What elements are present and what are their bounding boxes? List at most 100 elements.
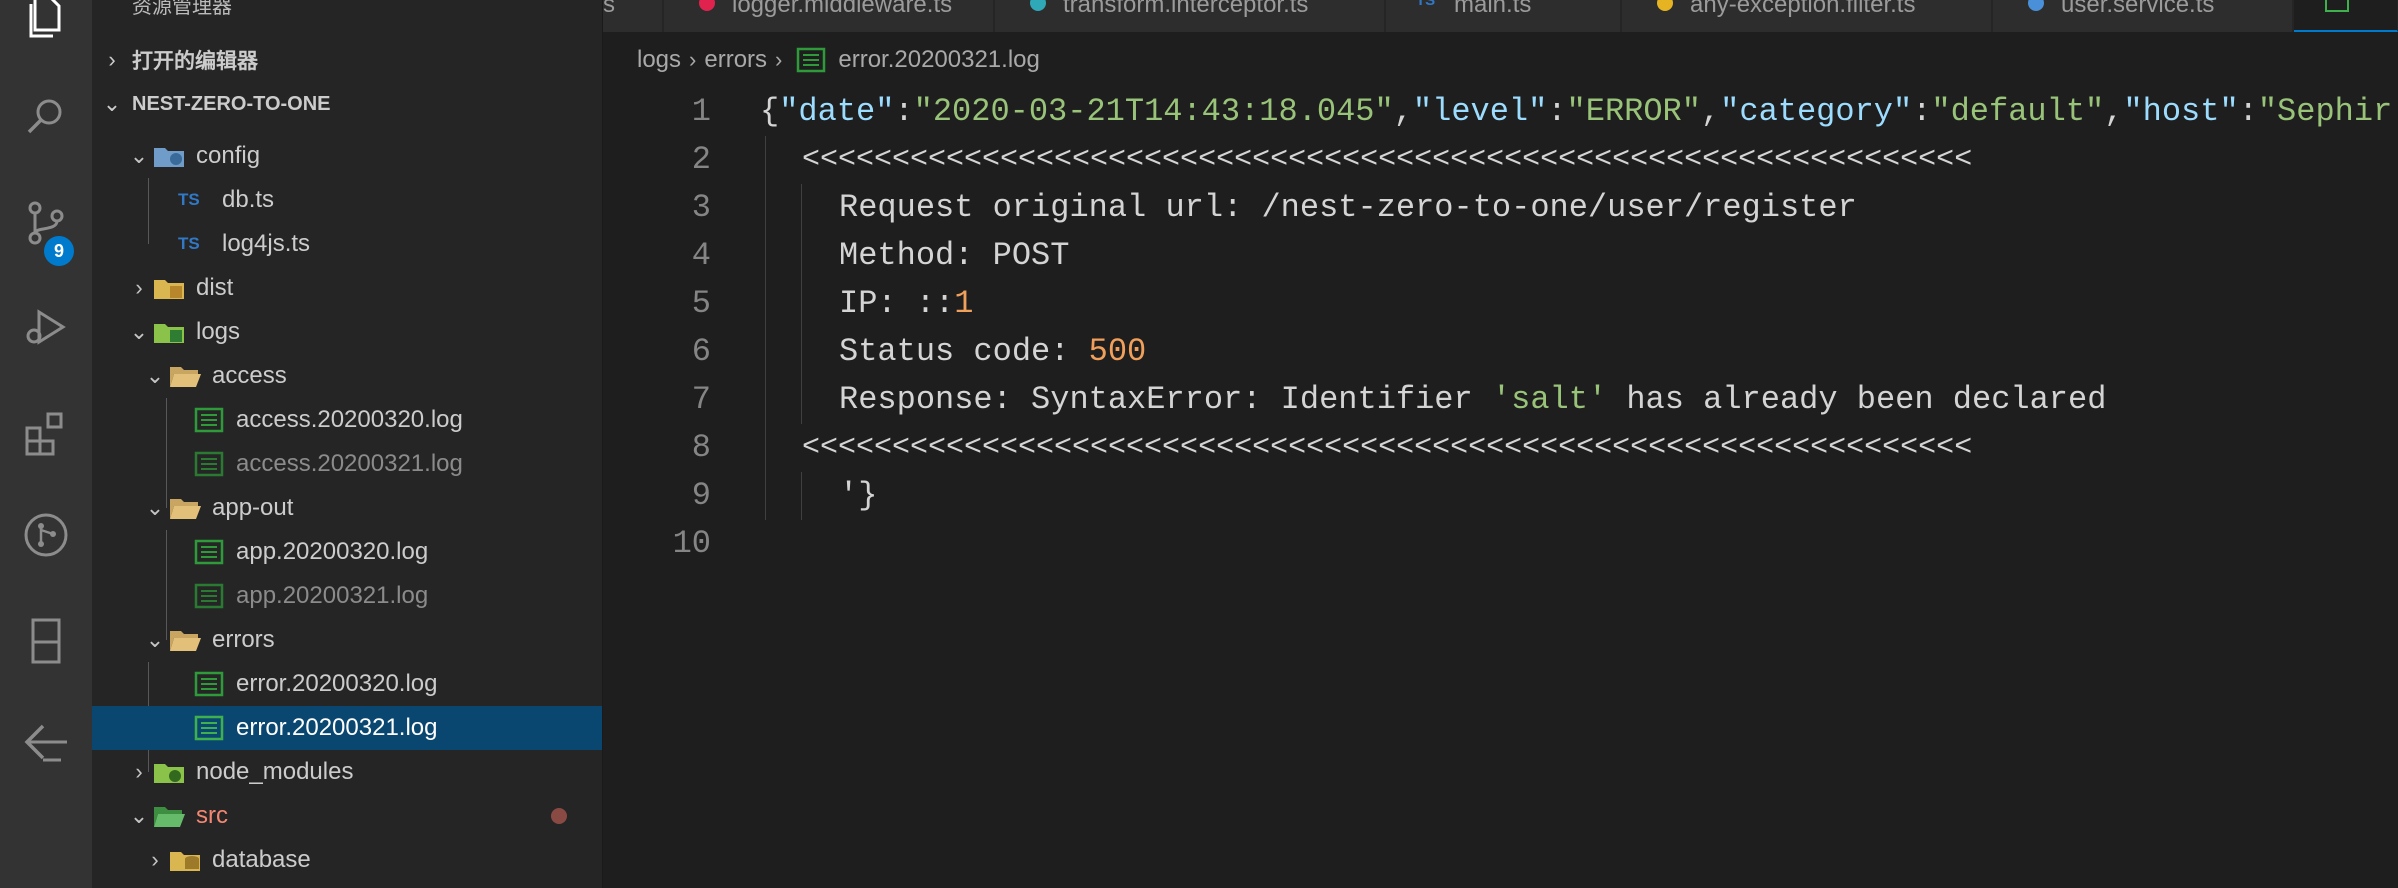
code-line-4: Method: POST [839, 237, 1070, 274]
chevron-right-icon: › [775, 47, 783, 72]
tree-folder-app-out[interactable]: ⌄ app-out [92, 486, 602, 530]
tree-item-label: logs [196, 318, 241, 345]
tab-user-service[interactable]: user.service.ts [1993, 0, 2293, 32]
chevron-right-icon: › [135, 759, 143, 784]
tree-item-label: app.20200320.log [236, 538, 429, 565]
service-icon [2028, 0, 2044, 11]
deploy-icon[interactable] [0, 700, 92, 790]
chevron-down-icon: ⌄ [129, 803, 149, 828]
filter-icon [1657, 0, 1673, 11]
tree-folder-database[interactable]: › database [92, 838, 602, 882]
source-control-icon[interactable]: 9 [0, 178, 92, 268]
chevron-right-icon: › [151, 847, 159, 872]
tree-item-label: error.20200320.log [236, 670, 438, 697]
typescript-icon: TS [178, 190, 200, 209]
activity-bar: 9 [0, 0, 92, 888]
log-file-icon [192, 714, 226, 742]
tree-file-app-20200320[interactable]: app.20200320.log [92, 530, 602, 574]
chevron-right-icon: › [108, 47, 116, 72]
open-editors-header[interactable]: › 打开的编辑器 [92, 40, 602, 80]
line-number: 10 [672, 525, 711, 562]
tab-transform-interceptor[interactable]: transform.interceptor.ts [995, 0, 1385, 32]
project-label: NEST-ZERO-TO-ONE [132, 92, 331, 115]
tab-label: logger.middleware.ts [732, 0, 953, 18]
line-number: 1 [691, 93, 711, 130]
typescript-icon: TS [178, 234, 200, 253]
tree-item-label: app.20200321.log [236, 582, 429, 609]
chevron-down-icon: ⌄ [145, 627, 165, 652]
code-line-5: IP: ::1 [839, 285, 974, 322]
code-line-8: <<<<<<<<<<<<<<<<<<<<<<<<<<<<<<<<<<<<<<<<… [802, 431, 1973, 465]
interceptor-icon [1030, 0, 1046, 11]
log-file-icon [192, 670, 226, 698]
line-number: 8 [691, 429, 711, 466]
tree-item-label: log4js.ts [222, 230, 311, 257]
tree-file-db-ts[interactable]: TS db.ts [92, 178, 602, 222]
modified-dot-icon [551, 808, 567, 824]
log-file-icon [192, 406, 226, 434]
indent-guide [765, 136, 766, 520]
breadcrumb-errors[interactable]: errors [704, 46, 767, 74]
tree-file-app-20200321[interactable]: app.20200321.log [92, 574, 602, 618]
chevron-down-icon: ⌄ [145, 363, 165, 388]
tree-file-access-20200321[interactable]: access.20200321.log [92, 442, 602, 486]
chevron-down-icon: ⌄ [145, 495, 165, 520]
tab-active-error-log[interactable] [2294, 0, 2398, 32]
tab-label: any-exception.filter.ts [1690, 0, 1916, 18]
tree-folder-node-modules[interactable]: › node_modules [92, 750, 602, 794]
folder-dist-icon [152, 274, 186, 302]
tree-folder-logs[interactable]: ⌄ logs [92, 310, 602, 354]
tab-label: user.service.ts [2061, 0, 2215, 18]
line-number: 2 [691, 141, 711, 178]
nest-icon [699, 0, 715, 11]
explorer-icon[interactable] [0, 0, 92, 62]
tree-file-access-20200320[interactable]: access.20200320.log [92, 398, 602, 442]
code-line-7: Response: SyntaxError: Identifier 'salt'… [839, 381, 2107, 418]
tree-folder-src[interactable]: ⌄ src [92, 794, 602, 838]
sidebar-title: 资源管理器 [132, 0, 232, 18]
tree-file-error-20200320[interactable]: error.20200320.log [92, 662, 602, 706]
tree-folder-config[interactable]: ⌄ config [92, 134, 602, 178]
tree-item-label: config [196, 142, 261, 169]
tab-logger-middleware[interactable]: logger.middleware.ts [664, 0, 994, 32]
folder-node-icon [152, 758, 186, 786]
tab-partial[interactable]: s [603, 0, 663, 32]
folder-logs-icon [152, 318, 186, 346]
line-number: 6 [691, 333, 711, 370]
tree-item-label: access.20200321.log [236, 450, 463, 477]
chevron-down-icon: ⌄ [129, 319, 149, 344]
tree-item-label: access.20200320.log [236, 406, 463, 433]
run-debug-icon[interactable] [0, 282, 92, 372]
tab-label: transform.interceptor.ts [1063, 0, 1309, 18]
tab-any-exception-filter[interactable]: any-exception.filter.ts [1622, 0, 1992, 32]
folder-open-icon [168, 626, 202, 654]
tree-file-log4js-ts[interactable]: TS log4js.ts [92, 222, 602, 266]
folder-open-icon [168, 362, 202, 390]
tab-main-ts[interactable]: TS main.ts [1386, 0, 1621, 32]
chevron-right-icon: › [689, 47, 697, 72]
code-line-9: '} [839, 477, 878, 514]
breadcrumb: logs › errors › error.20200321.log [603, 32, 2398, 88]
search-icon[interactable] [0, 72, 92, 162]
extensions-icon[interactable] [0, 388, 92, 478]
log-file-icon [192, 538, 226, 566]
code-line-2: <<<<<<<<<<<<<<<<<<<<<<<<<<<<<<<<<<<<<<<<… [802, 143, 1973, 177]
remote-explorer-icon[interactable] [0, 596, 92, 686]
tree-file-error-20200321[interactable]: error.20200321.log [92, 706, 602, 750]
tree-item-label: errors [212, 626, 275, 653]
breadcrumb-file[interactable]: error.20200321.log [838, 46, 1040, 74]
code-editor[interactable]: 1 2 3 4 5 6 7 8 9 10 {"date":"2020-03-21… [603, 88, 2398, 888]
tree-item-label: src [196, 802, 228, 829]
tree-folder-access[interactable]: ⌄ access [92, 354, 602, 398]
tree-folder-errors[interactable]: ⌄ errors [92, 618, 602, 662]
line-number: 5 [691, 285, 711, 322]
git-graph-icon[interactable] [0, 490, 92, 580]
tree-item-label: db.ts [222, 186, 275, 213]
tree-item-label: error.20200321.log [236, 714, 438, 741]
line-number: 9 [691, 477, 711, 514]
project-header[interactable]: ⌄ NEST-ZERO-TO-ONE [92, 84, 602, 124]
indent-guide [801, 184, 802, 424]
breadcrumb-logs[interactable]: logs [637, 46, 681, 74]
tree-item-label: app-out [212, 494, 294, 521]
tree-folder-dist[interactable]: › dist [92, 266, 602, 310]
